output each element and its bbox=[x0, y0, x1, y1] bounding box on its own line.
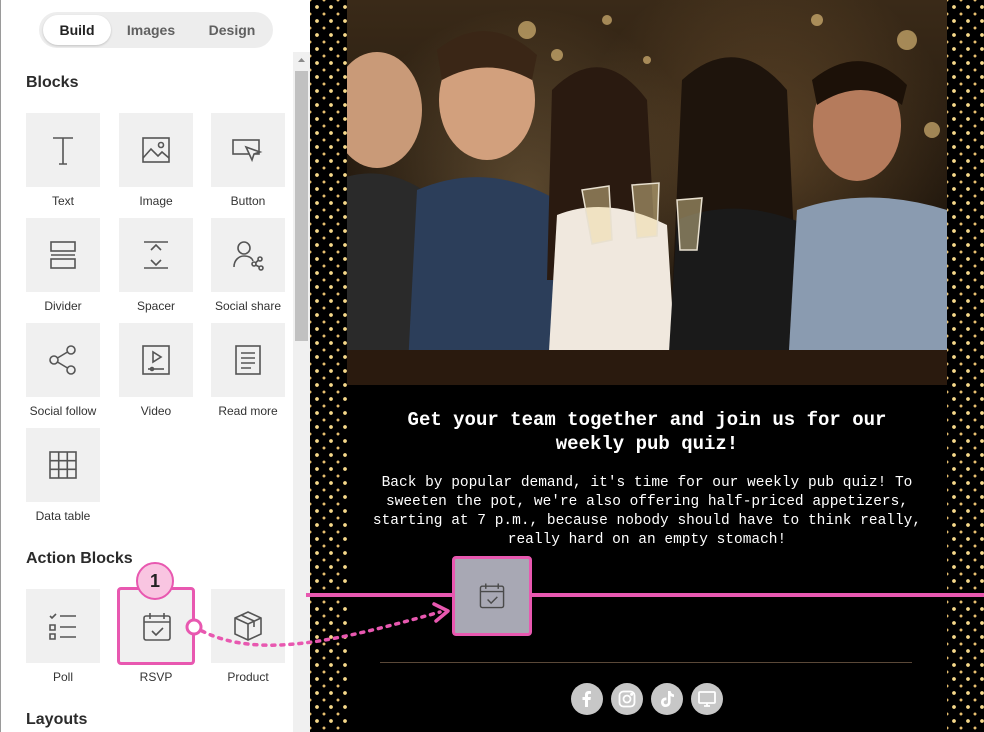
block-label: Social share bbox=[214, 299, 282, 313]
website-icon bbox=[698, 691, 716, 707]
block-tile-social-follow[interactable] bbox=[26, 323, 100, 397]
tab-design[interactable]: Design bbox=[195, 15, 269, 45]
block-tile-video[interactable] bbox=[119, 323, 193, 397]
hero-image[interactable] bbox=[347, 0, 947, 385]
tab-bar: Build Images Design bbox=[39, 12, 273, 48]
email-body-text[interactable]: Back by popular demand, it's time for ou… bbox=[367, 474, 927, 550]
image-icon bbox=[142, 137, 170, 163]
instagram-icon bbox=[618, 690, 636, 708]
block-tile-button[interactable] bbox=[211, 113, 285, 187]
social-share-icon bbox=[233, 241, 264, 271]
data-table-icon bbox=[49, 451, 77, 479]
email-headline[interactable]: Get your team together and join us for o… bbox=[377, 408, 917, 456]
product-icon bbox=[234, 611, 262, 641]
action-tile-product[interactable] bbox=[211, 589, 285, 663]
drop-indicator-line bbox=[306, 593, 984, 597]
scrollbar-thumb[interactable] bbox=[295, 71, 308, 341]
block-tile-divider[interactable] bbox=[26, 218, 100, 292]
button-icon bbox=[232, 139, 263, 163]
hero-photo-illustration bbox=[347, 14, 947, 385]
action-label: Product bbox=[227, 670, 269, 684]
facebook-icon bbox=[582, 691, 591, 707]
block-tile-spacer[interactable] bbox=[119, 218, 193, 292]
social-follow-icon bbox=[49, 345, 76, 375]
block-tile-text[interactable] bbox=[26, 113, 100, 187]
block-label: Button bbox=[230, 194, 266, 208]
block-tile-data-table[interactable] bbox=[26, 428, 100, 502]
social-instagram-button[interactable] bbox=[611, 683, 643, 715]
scroll-up-arrow-icon[interactable] bbox=[293, 52, 310, 69]
rsvp-icon bbox=[143, 613, 171, 641]
section-title-layouts: Layouts bbox=[26, 711, 88, 728]
email-canvas: Get your team together and join us for o… bbox=[310, 0, 984, 732]
tab-images[interactable]: Images bbox=[117, 15, 185, 45]
social-facebook-button[interactable] bbox=[571, 683, 603, 715]
editor-sidebar: Build Images Design Blocks Text Image Bu… bbox=[0, 0, 310, 732]
email-body: Get your team together and join us for o… bbox=[347, 0, 947, 732]
block-label: Data table bbox=[35, 509, 91, 523]
poll-icon bbox=[49, 613, 76, 640]
read-more-icon bbox=[235, 345, 261, 375]
sparkle-border-right bbox=[947, 0, 984, 732]
block-tile-read-more[interactable] bbox=[211, 323, 285, 397]
block-tile-social-share[interactable] bbox=[211, 218, 285, 292]
sparkle-border-left bbox=[310, 0, 347, 732]
block-tile-image[interactable] bbox=[119, 113, 193, 187]
section-title-blocks: Blocks bbox=[26, 74, 79, 91]
rsvp-icon bbox=[479, 583, 505, 609]
tab-build[interactable]: Build bbox=[43, 15, 111, 45]
block-label: Read more bbox=[218, 404, 278, 418]
section-title-action-blocks: Action Blocks bbox=[26, 550, 133, 567]
text-icon bbox=[53, 137, 73, 165]
action-tile-poll[interactable] bbox=[26, 589, 100, 663]
tiktok-icon bbox=[661, 691, 674, 707]
social-tiktok-button[interactable] bbox=[651, 683, 683, 715]
email-divider-line bbox=[380, 662, 912, 663]
video-icon bbox=[142, 345, 170, 375]
divider-icon bbox=[50, 241, 76, 269]
social-website-button[interactable] bbox=[691, 683, 723, 715]
step-badge: 1 bbox=[136, 562, 174, 600]
spacer-icon bbox=[144, 241, 168, 269]
dragged-rsvp-block[interactable] bbox=[452, 556, 532, 636]
